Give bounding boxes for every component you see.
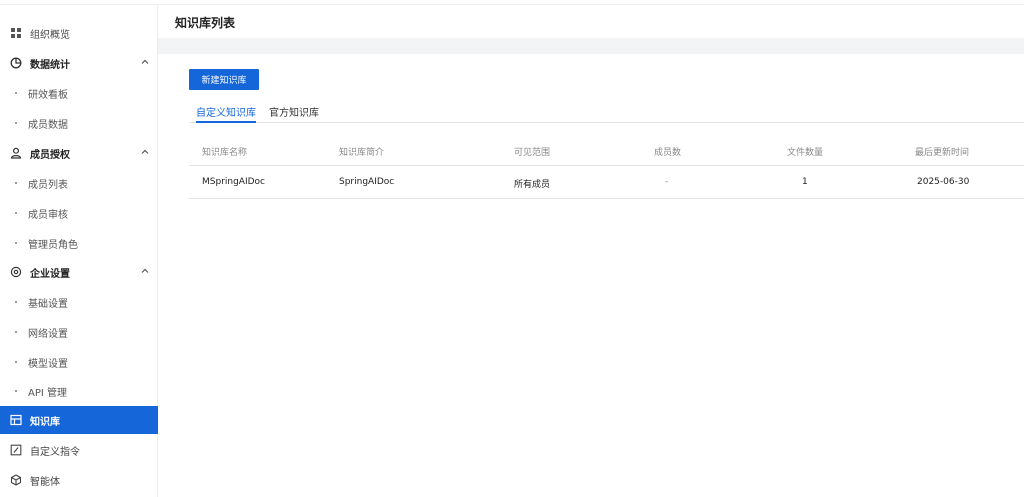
column-header-file-count: 文件数量	[787, 148, 824, 158]
new-knowledge-base-button[interactable]: 新建知识库	[189, 69, 259, 90]
cell-name[interactable]: MSpringAIDoc	[202, 177, 265, 187]
sidebar-item-basic-settings[interactable]: 基础设置	[0, 288, 158, 316]
bullet-icon	[15, 331, 17, 333]
knowledge-base-table: 知识库名称 知识库简介 可见范围 成员数 文件数量 最后更新时间 MSpring…	[189, 136, 1024, 199]
cube-icon	[10, 474, 22, 486]
sidebar-item-api-management[interactable]: API 管理	[0, 377, 158, 405]
sidebar-item-label: 成员列表	[28, 180, 68, 191]
bullet-icon	[15, 301, 17, 303]
sidebar-item-network-settings[interactable]: 网络设置	[0, 318, 158, 346]
pie-chart-icon	[10, 57, 22, 69]
grid-icon	[11, 28, 21, 38]
tab-official-knowledge-base[interactable]: 官方知识库	[269, 104, 319, 123]
sidebar-item-label: 知识库	[30, 417, 60, 428]
sidebar-item-admin-roles[interactable]: 管理员角色	[0, 229, 158, 257]
column-header-name: 知识库名称	[202, 148, 248, 158]
bullet-icon	[15, 182, 17, 184]
column-header-last-updated: 最后更新时间	[915, 148, 970, 158]
table-header: 知识库名称 知识库简介 可见范围 成员数 文件数量 最后更新时间	[189, 136, 1024, 166]
sidebar-item-label: 智能体	[30, 477, 60, 488]
sidebar-item-label: 组织概览	[30, 30, 70, 41]
edit-box-icon	[10, 444, 22, 456]
sidebar-item-org-overview[interactable]: 组织概览	[0, 19, 158, 47]
chevron-up-icon	[141, 149, 149, 154]
sidebar-group-member-auth[interactable]: 成员授权	[0, 139, 158, 167]
bullet-icon	[15, 212, 17, 214]
cell-visibility: 所有成员	[514, 180, 551, 190]
sidebar-group-enterprise-settings[interactable]: 企业设置	[0, 258, 158, 286]
sidebar-item-member-list[interactable]: 成员列表	[0, 169, 158, 197]
bullet-icon	[15, 242, 17, 244]
bullet-icon	[15, 390, 17, 392]
sidebar-item-label: 成员数据	[28, 120, 68, 131]
page-title: 知识库列表	[175, 16, 236, 30]
column-header-members: 成员数	[654, 148, 682, 158]
sidebar-item-knowledge-base[interactable]: 知识库	[0, 406, 158, 434]
cell-last-updated: 2025-06-30	[917, 177, 970, 187]
sidebar-item-label: 企业设置	[30, 269, 70, 280]
table-row[interactable]: MSpringAIDoc SpringAIDoc 所有成员 - 1 2025-0…	[189, 166, 1024, 199]
sidebar-item-label: 自定义指令	[30, 447, 80, 458]
sidebar-item-label: 管理员角色	[28, 240, 78, 251]
cell-members: -	[665, 177, 669, 187]
sidebar: 组织概览 数据统计 研效看板 成员数据 成员授权 成员列表 成员审核 管理员角色…	[0, 5, 158, 497]
chevron-up-icon	[141, 59, 149, 64]
cell-file-count: 1	[802, 177, 808, 187]
sidebar-item-custom-instructions[interactable]: 自定义指令	[0, 436, 158, 464]
sidebar-item-efficiency-board[interactable]: 研效看板	[0, 79, 158, 107]
sidebar-item-label: 研效看板	[28, 90, 68, 101]
sidebar-item-member-review[interactable]: 成员审核	[0, 199, 158, 227]
sidebar-group-data-stats[interactable]: 数据统计	[0, 49, 158, 77]
bullet-icon	[15, 92, 17, 94]
bullet-icon	[15, 122, 17, 124]
sidebar-item-agents[interactable]: 智能体	[0, 466, 158, 494]
sidebar-item-model-settings[interactable]: 模型设置	[0, 348, 158, 376]
sidebar-item-label: 成员授权	[30, 150, 70, 161]
column-header-description: 知识库简介	[339, 148, 385, 158]
sidebar-item-label: 数据统计	[30, 60, 70, 71]
sidebar-item-label: 网络设置	[28, 329, 68, 340]
sidebar-item-label: API 管理	[28, 388, 67, 399]
cell-description: SpringAIDoc	[339, 177, 395, 187]
table-icon	[10, 414, 22, 426]
chevron-up-icon	[141, 268, 149, 273]
bullet-icon	[15, 361, 17, 363]
user-icon	[10, 147, 22, 159]
sidebar-item-label: 基础设置	[28, 299, 68, 310]
tab-custom-knowledge-base[interactable]: 自定义知识库	[196, 104, 256, 123]
tab-bar: 自定义知识库 官方知识库	[189, 104, 1024, 123]
column-header-visibility: 可见范围	[514, 148, 551, 158]
sidebar-item-label: 成员审核	[28, 210, 68, 221]
gear-icon	[10, 266, 22, 278]
sidebar-item-label: 模型设置	[28, 359, 68, 370]
sidebar-item-member-data[interactable]: 成员数据	[0, 109, 158, 137]
header-divider-band	[158, 38, 1024, 54]
